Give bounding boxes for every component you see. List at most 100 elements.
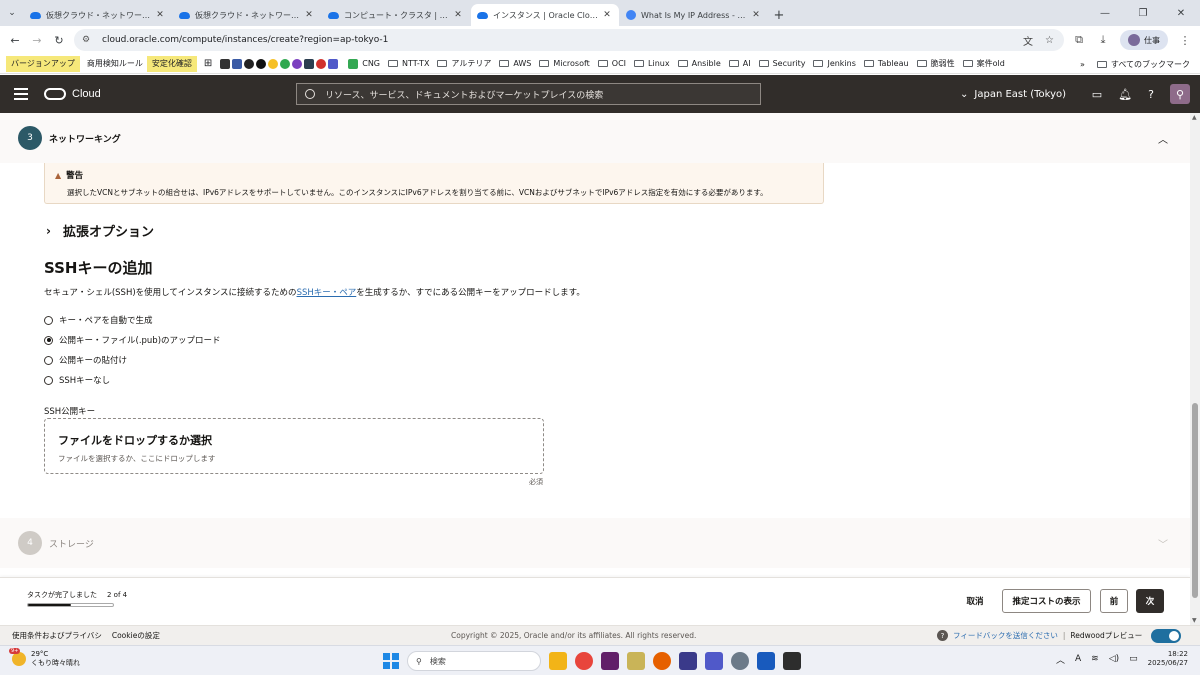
cloud-shell-icon[interactable]: ▭ [1092, 88, 1102, 101]
new-tab-button[interactable]: + [769, 4, 789, 26]
hamburger-menu-icon[interactable] [14, 85, 28, 103]
teams-icon[interactable] [705, 652, 723, 670]
github-icon[interactable] [256, 58, 267, 69]
radio-paste-public-key[interactable]: 公開キーの貼付け [44, 350, 221, 370]
scrollbar-thumb[interactable] [1192, 403, 1198, 598]
bookmark-item[interactable]: 安定化確認 [146, 55, 197, 72]
close-tab-icon[interactable]: ✕ [750, 10, 762, 20]
download-icon[interactable]: ⤓ [1096, 33, 1110, 47]
chevron-up-icon[interactable]: ︿ [1158, 131, 1168, 146]
bookmark-folder[interactable]: Jenkins [809, 56, 859, 72]
bookmark-folder[interactable]: NTT-TX [384, 56, 433, 72]
browser-tab[interactable]: 仮想クラウド・ネットワーク | Oracle Cl ✕ [24, 4, 172, 26]
battery-icon[interactable]: ▭ [1129, 654, 1138, 664]
bookmark-folder[interactable]: Security [755, 56, 810, 72]
cookie-settings-link[interactable]: Cookieの設定 [112, 630, 160, 641]
radio-generate-key-pair[interactable]: キー・ペアを自動で生成 [44, 310, 221, 330]
minimize-icon[interactable]: — [1086, 0, 1124, 26]
chevron-down-icon[interactable]: ﹀ [1158, 536, 1168, 551]
scroll-down-icon[interactable]: ▼ [1192, 617, 1197, 624]
bookmark-favicon-icon[interactable] [220, 58, 231, 69]
bookmark-item[interactable]: バージョンアップ [6, 55, 80, 72]
bookmark-favicon-icon[interactable] [304, 58, 315, 69]
browser-tab[interactable]: 仮想クラウド・ネットワーク | Oracle Cl ✕ [173, 4, 321, 26]
global-search-input[interactable]: リソース、サービス、ドキュメントおよびマーケットプレイスの検索 [296, 83, 761, 105]
close-tab-icon[interactable]: ✕ [154, 10, 166, 20]
cancel-button[interactable]: 取消 [957, 589, 993, 613]
bookmark-folder[interactable]: 案件old [959, 56, 1009, 72]
oracle-logo-icon[interactable] [44, 88, 66, 100]
region-selector[interactable]: ⌄ Japan East (Tokyo) [960, 75, 1066, 113]
url-bar[interactable]: ⚙ cloud.oracle.com/compute/instances/cre… [74, 29, 1064, 51]
back-arrow-icon[interactable]: ← [4, 29, 26, 51]
restore-icon[interactable]: ❐ [1124, 0, 1162, 26]
show-estimated-cost-button[interactable]: 推定コストの表示 [1002, 589, 1091, 613]
browser-tab[interactable]: What Is My IP Address - See Yo ✕ [620, 4, 768, 26]
teams-icon[interactable] [328, 58, 339, 69]
browser-tab[interactable]: コンピュート・クラスタ | Oracle Cloud ✕ [322, 4, 470, 26]
bookmark-folder[interactable]: OCI [594, 56, 630, 72]
bookmark-favicon-icon[interactable] [316, 58, 327, 69]
site-info-icon[interactable]: ⚙ [82, 35, 94, 45]
settings-gear-icon[interactable] [731, 652, 749, 670]
redwood-preview-toggle[interactable] [1151, 628, 1182, 643]
wifi-icon[interactable]: ≋ [1091, 654, 1099, 664]
step-networking-header[interactable]: 3 ネットワーキング ︿ [0, 113, 1190, 163]
step-storage-header[interactable]: 4 ストレージ ﹀ [0, 518, 1190, 568]
scroll-up-icon[interactable]: ▲ [1192, 114, 1197, 121]
radio-no-ssh-key[interactable]: SSHキーなし [44, 370, 221, 390]
bookmark-favicon-icon[interactable] [292, 58, 303, 69]
chrome-icon[interactable] [575, 652, 593, 670]
radio-button[interactable] [44, 355, 53, 365]
word-icon[interactable] [757, 652, 775, 670]
terms-link[interactable]: 使用条件およびプライバシ [12, 630, 102, 641]
bookmark-folder[interactable]: 脆弱性 [913, 56, 959, 72]
close-window-icon[interactable]: ✕ [1162, 0, 1200, 26]
close-tab-icon[interactable]: ✕ [303, 10, 315, 20]
bookmark-star-icon[interactable]: ☆ [1045, 35, 1054, 46]
bookmark-favicon-icon[interactable] [232, 58, 243, 69]
windows-start-icon[interactable] [383, 653, 399, 669]
bookmark-favicon-icon[interactable] [280, 58, 291, 69]
help-icon[interactable]: ? [1148, 88, 1154, 101]
app-icon[interactable] [679, 652, 697, 670]
close-tab-icon[interactable]: ✕ [601, 10, 613, 20]
ime-icon[interactable]: A [1075, 654, 1081, 664]
bookmark-folder[interactable]: アルテリア [433, 56, 495, 72]
bookmark-folder[interactable]: AWS [495, 56, 535, 72]
notifications-bell-icon[interactable]: 🔔︎ [1118, 88, 1132, 101]
profile-button[interactable]: 仕事 [1120, 30, 1168, 50]
translate-icon[interactable]: 文 [1023, 33, 1033, 48]
user-avatar[interactable]: ⚲ [1170, 84, 1190, 104]
radio-button[interactable] [44, 375, 53, 385]
firefox-icon[interactable] [653, 652, 671, 670]
app-icon[interactable] [627, 652, 645, 670]
radio-upload-public-key[interactable]: 公開キー・ファイル(.pub)のアップロード [44, 330, 221, 350]
close-tab-icon[interactable]: ✕ [452, 10, 464, 20]
bookmark-favicon-icon[interactable] [244, 58, 255, 69]
brand-label[interactable]: Cloud [72, 88, 101, 100]
radio-button[interactable] [44, 315, 53, 325]
previous-button[interactable]: 前 [1100, 589, 1128, 613]
terminal-icon[interactable] [783, 652, 801, 670]
ssh-key-pair-link[interactable]: SSHキー・ペア [297, 288, 357, 298]
bookmark-favicon-icon[interactable] [268, 58, 279, 69]
taskbar-search-input[interactable]: ⚲ 検索 [407, 651, 541, 671]
volume-icon[interactable]: ◁) [1109, 654, 1119, 664]
bookmark-folder[interactable]: Tableau [860, 56, 913, 72]
tab-search-chevron-icon[interactable]: ⌄ [0, 0, 24, 26]
feedback-link[interactable]: フィードバックを送信ください [953, 630, 1058, 641]
more-menu-icon[interactable]: ⋮ [1178, 34, 1192, 47]
all-bookmarks-folder[interactable]: すべてのブックマーク [1093, 56, 1194, 72]
bookmark-folder[interactable]: Microsoft [535, 56, 593, 72]
weather-widget[interactable]: 9+ 29°C くもり時々晴れ [9, 648, 80, 668]
bookmark-folder[interactable]: AI [725, 56, 755, 72]
browser-tab-active[interactable]: インスタンス | Oracle Cloud Infras ✕ [471, 4, 619, 26]
apps-grid-icon[interactable]: ⊞ [200, 56, 216, 72]
next-button[interactable]: 次 [1136, 589, 1164, 613]
chevron-up-icon[interactable]: ︿ [1056, 653, 1065, 666]
bookmark-item[interactable]: 商用検知ルール [83, 56, 147, 72]
slack-icon[interactable] [601, 652, 619, 670]
bookmark-item[interactable]: CNG [344, 56, 384, 72]
bookmark-folder[interactable]: Ansible [674, 56, 725, 72]
